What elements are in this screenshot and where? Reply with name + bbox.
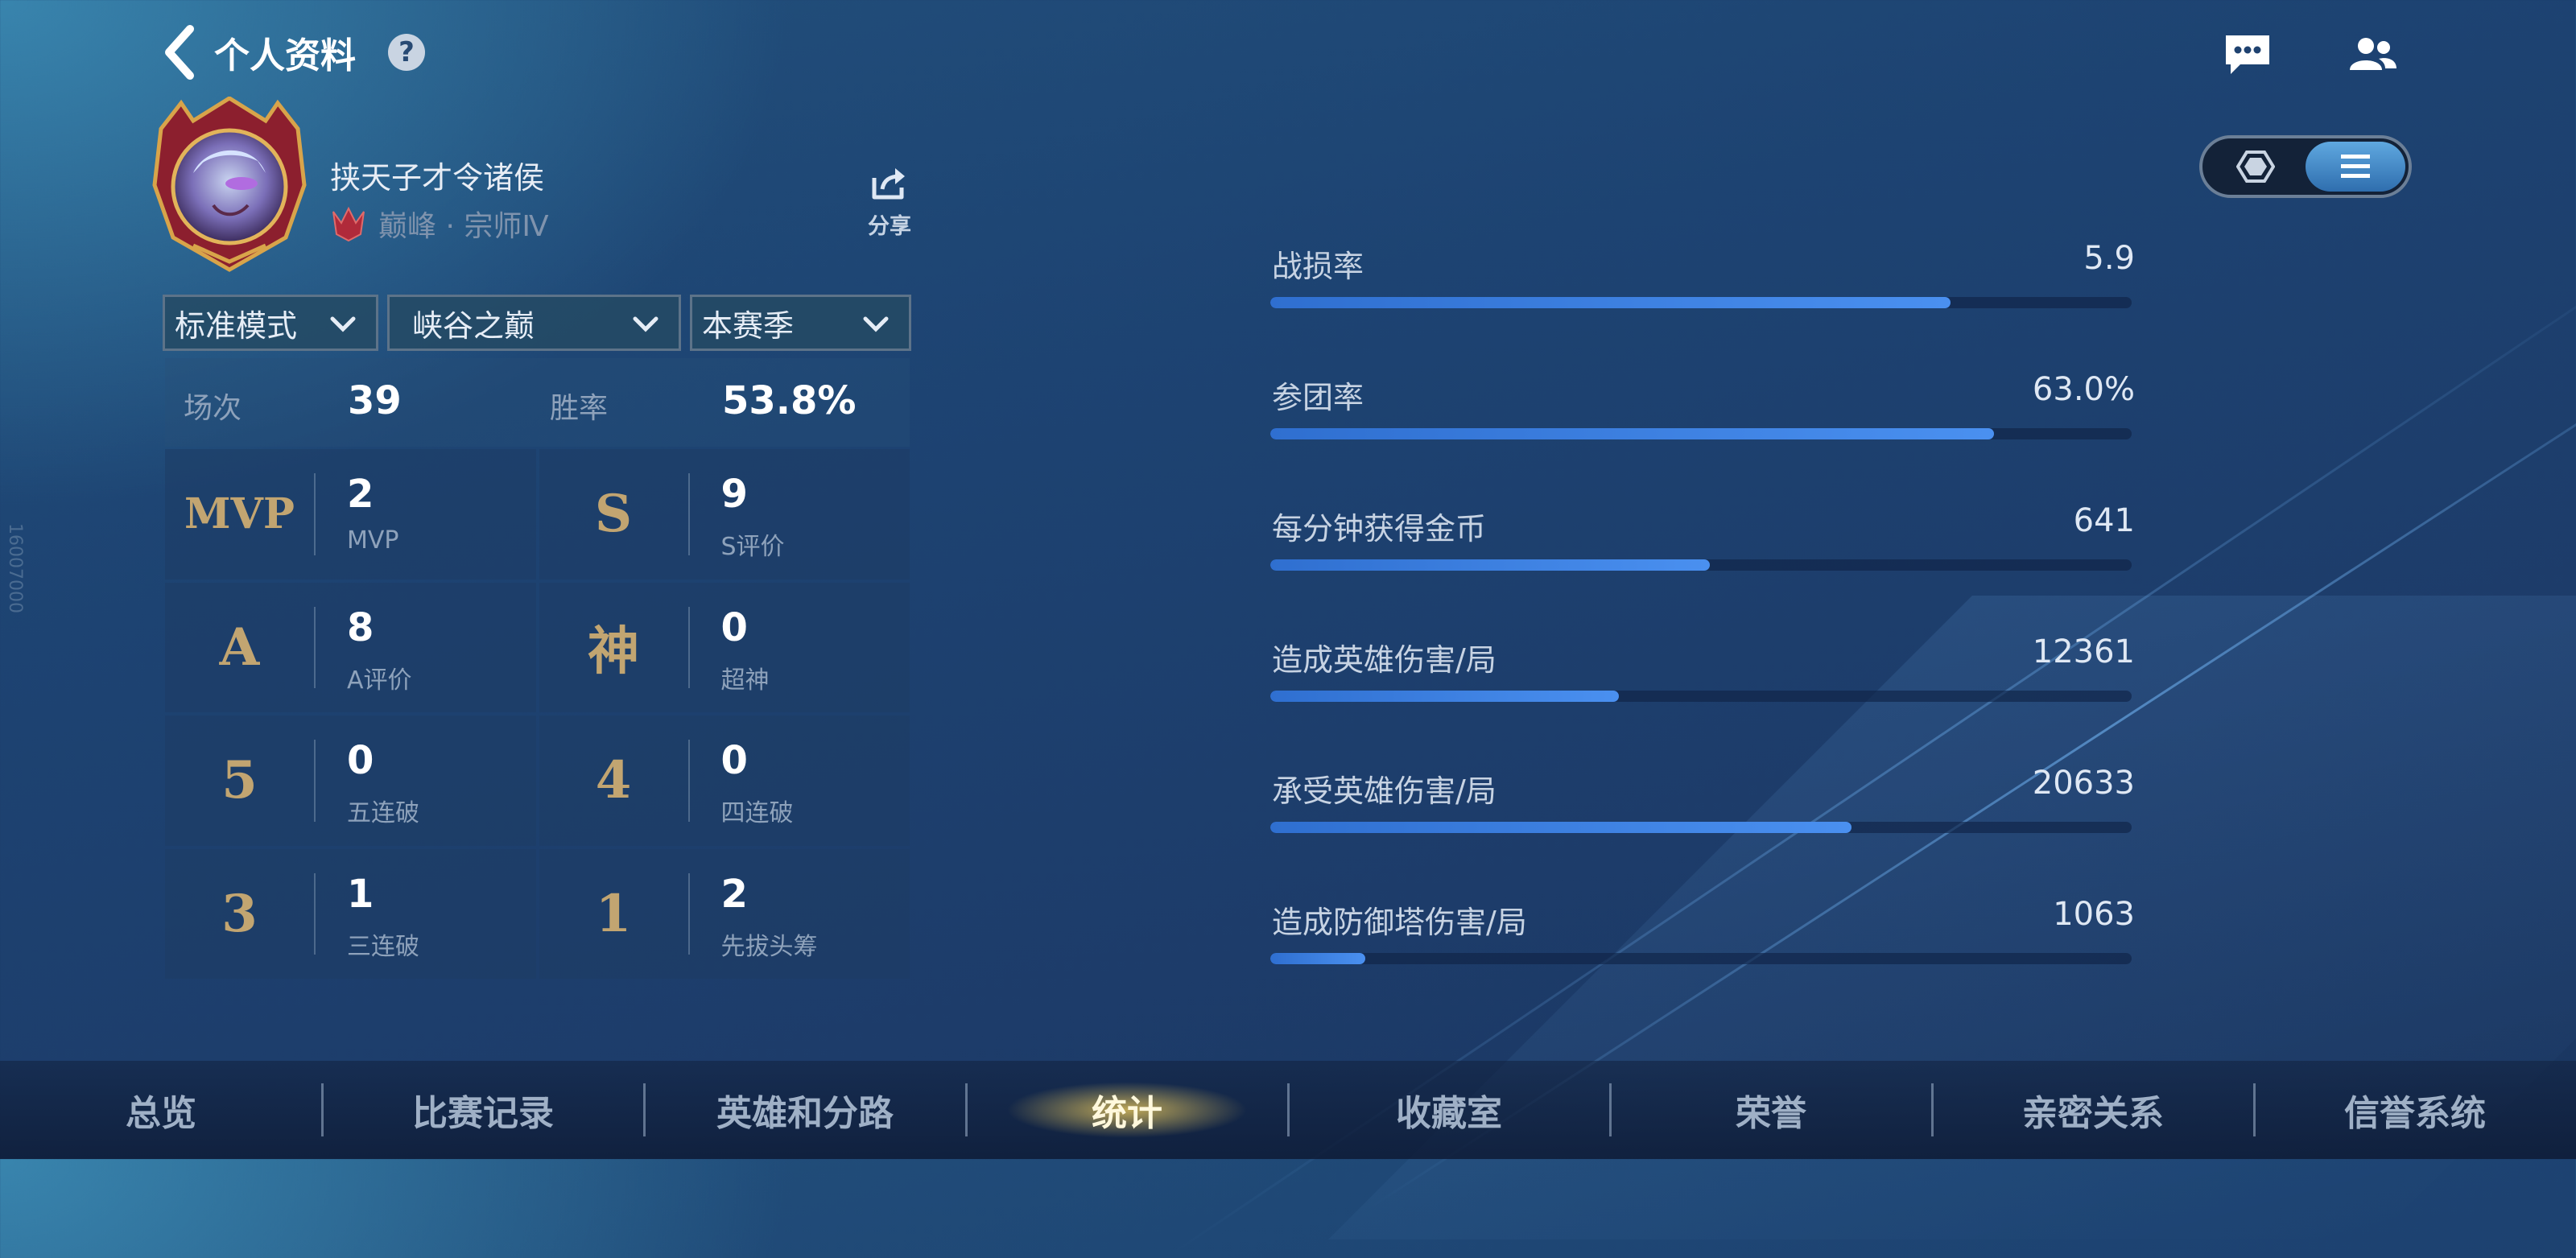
view-toggle[interactable] [2199, 135, 2412, 198]
tab-match-history[interactable]: 比赛记录 [322, 1061, 644, 1159]
mode-dropdown[interactable]: 标准模式 [163, 295, 378, 351]
chevron-down-icon [329, 305, 357, 340]
a-rating-label: A评价 [347, 666, 412, 695]
grid-cell-first-blood: 1 2 先拔头筹 [539, 848, 910, 979]
username: 挟天子才令诸侯 [330, 160, 545, 196]
stat-label-damage-ratio: 战损率 [1272, 249, 1364, 284]
rank-row: 巅峰 · 宗师Ⅳ [330, 203, 549, 245]
avatar[interactable] [145, 96, 314, 274]
stat-bar-damage-ratio [1270, 297, 2132, 308]
page-title: 个人资料 [214, 35, 356, 76]
quadra-kill-badge-icon: 4 [595, 750, 632, 811]
penta-kill-label: 五连破 [347, 799, 419, 827]
stat-bar-hero-damage-taken [1270, 822, 2132, 833]
s-badge-icon: S [594, 484, 633, 545]
grid-cell-legendary: 神 0 超神 [539, 582, 910, 712]
stat-label-hero-damage-dealt: 造成英雄伤害/局 [1272, 642, 1496, 678]
grid-cell-penta-kill: 5 0 五连破 [165, 716, 536, 846]
tab-divider [2253, 1083, 2256, 1136]
tab-overview[interactable]: 总览 [0, 1061, 322, 1159]
grid-cell-quadra-kill: 4 0 四连破 [539, 716, 910, 846]
stat-bar-tower-damage [1270, 953, 2132, 964]
quadra-kill-label: 四连破 [720, 799, 794, 827]
back-arrow-icon[interactable] [161, 24, 200, 80]
tab-divider [1609, 1083, 1612, 1136]
grid-cell-a-rating: A 8 A评价 [165, 582, 536, 712]
penta-kill-count: 0 [347, 738, 374, 783]
penta-kill-badge-icon: 5 [221, 750, 258, 811]
stat-bar-teamfight-rate [1270, 428, 2132, 439]
stat-value-hero-damage-dealt: 12361 [2032, 633, 2135, 670]
first-blood-badge-icon: 1 [595, 883, 632, 944]
top-bar: 个人资料 ? [161, 24, 425, 80]
triple-kill-badge-icon: 3 [221, 883, 258, 944]
legendary-label: 超神 [720, 666, 770, 695]
stat-label-teamfight-rate: 参团率 [1272, 380, 1364, 415]
side-watermark-text: 16007000 [5, 523, 25, 613]
share-icon [861, 165, 918, 205]
s-rating-label: S评价 [720, 533, 785, 561]
stat-value-teamfight-rate: 63.0% [2032, 371, 2135, 408]
season-dropdown-label: 本赛季 [702, 307, 795, 344]
grid-cell-s-rating: S 9 S评价 [539, 449, 910, 580]
triple-kill-count: 1 [347, 871, 374, 917]
tab-statistics[interactable]: 统计 [966, 1061, 1288, 1159]
stat-bar-hero-damage-dealt [1270, 691, 2132, 702]
help-icon[interactable]: ? [388, 34, 425, 71]
stat-label-tower-damage: 造成防御塔伤害/局 [1272, 905, 1527, 940]
friends-icon[interactable] [2344, 31, 2401, 79]
tab-relationships[interactable]: 亲密关系 [1932, 1061, 2254, 1159]
winrate-value: 53.8% [722, 378, 857, 423]
tab-credit-system[interactable]: 信誉系统 [2254, 1061, 2576, 1159]
map-dropdown[interactable]: 峡谷之巅 [387, 295, 681, 351]
tab-honors[interactable]: 荣誉 [1610, 1061, 1932, 1159]
share-label: 分享 [868, 214, 911, 239]
stat-value-damage-ratio: 5.9 [2083, 240, 2135, 277]
stat-value-hero-damage-taken: 20633 [2032, 765, 2135, 802]
mode-dropdown-label: 标准模式 [175, 307, 298, 344]
matches-label: 场次 [184, 392, 242, 425]
grid-cell-mvp: MVP 2 MVP [165, 449, 536, 580]
mvp-label: MVP [347, 526, 399, 555]
season-dropdown[interactable]: 本赛季 [690, 295, 911, 351]
share-button[interactable]: 分享 [861, 165, 918, 240]
achievement-grid: MVP 2 MVP S 9 S评价 A 8 A评价 神 0 超神 5 0 五连破… [165, 449, 910, 979]
list-view-icon[interactable] [2306, 142, 2405, 192]
map-dropdown-label: 峡谷之巅 [412, 307, 535, 344]
chat-icon[interactable] [2219, 31, 2276, 79]
mvp-count: 2 [347, 472, 374, 517]
legendary-count: 0 [720, 604, 748, 650]
matches-value: 39 [348, 378, 402, 423]
triple-kill-label: 三连破 [347, 932, 419, 961]
tab-collection[interactable]: 收藏室 [1288, 1061, 1610, 1159]
rank-label: 巅峰 · 宗师Ⅳ [378, 210, 549, 243]
chevron-down-icon [632, 305, 659, 340]
first-blood-count: 2 [720, 871, 748, 917]
a-badge-icon: A [219, 617, 260, 678]
stat-value-tower-damage: 1063 [2053, 896, 2135, 933]
s-rating-count: 9 [720, 472, 748, 517]
mvp-badge-icon: MVP [184, 489, 295, 539]
rank-crest-icon [330, 205, 367, 242]
winrate-label: 胜率 [550, 392, 609, 425]
stat-label-gold-per-minute: 每分钟获得金币 [1272, 511, 1487, 547]
tab-heroes-and-lanes[interactable]: 英雄和分路 [644, 1061, 966, 1159]
legendary-badge-icon: 神 [588, 621, 639, 683]
stat-label-hero-damage-taken: 承受英雄伤害/局 [1272, 773, 1496, 809]
tab-divider [643, 1083, 646, 1136]
grid-cell-triple-kill: 3 1 三连破 [165, 848, 536, 979]
tab-divider [1931, 1083, 1934, 1136]
first-blood-label: 先拔头筹 [720, 932, 818, 961]
quadra-kill-count: 0 [720, 738, 748, 783]
a-rating-count: 8 [347, 604, 374, 650]
chevron-down-icon [862, 305, 890, 340]
tab-divider [321, 1083, 324, 1136]
stat-bar-gold-per-minute [1270, 559, 2132, 571]
hexagon-view-icon[interactable] [2206, 142, 2306, 192]
stat-value-gold-per-minute: 641 [2073, 502, 2135, 539]
